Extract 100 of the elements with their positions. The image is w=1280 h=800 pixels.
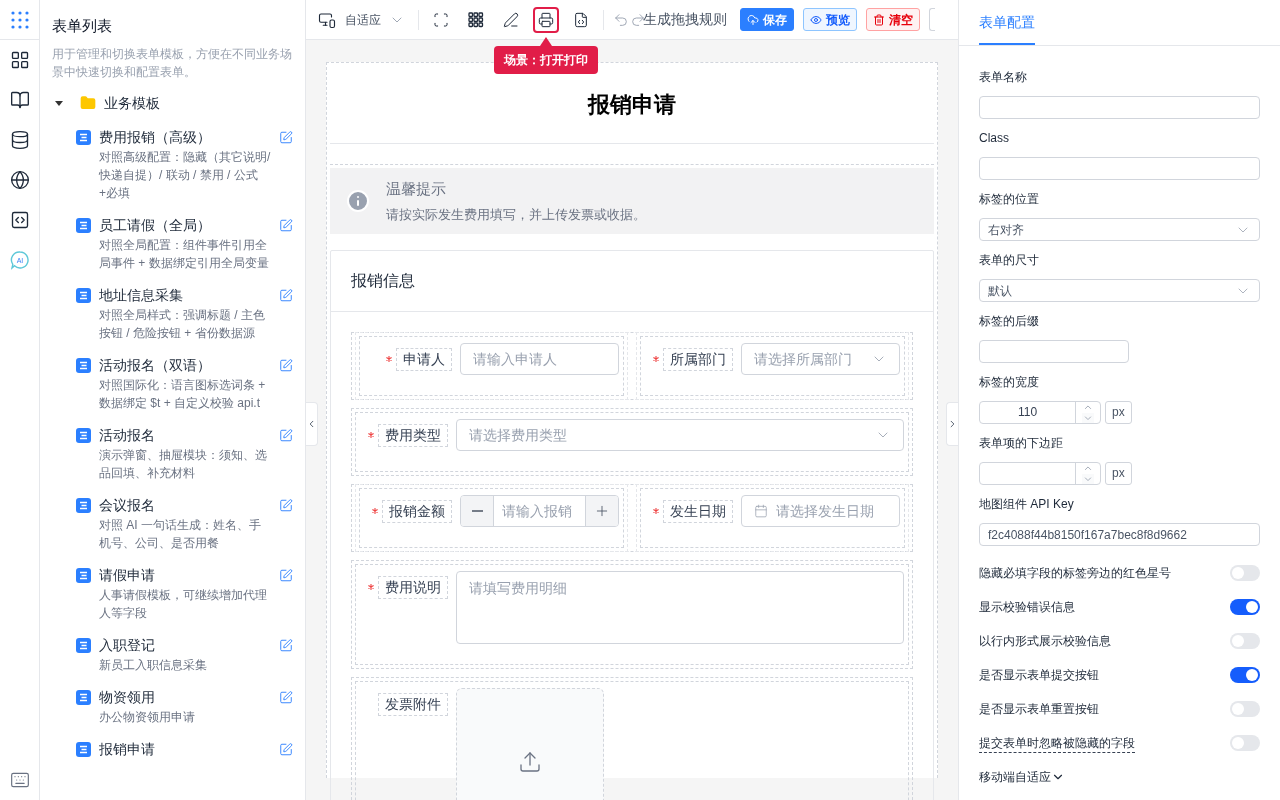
clear-button[interactable]: 清空 <box>866 8 920 31</box>
template-title[interactable]: 会议报名 <box>99 495 271 515</box>
toggle-switch[interactable] <box>1230 565 1260 581</box>
upload-icon <box>518 750 542 774</box>
device-select[interactable]: 自适应 <box>345 10 409 29</box>
alert-text: 请按实际发生费用填写，并上传发票或收据。 <box>386 205 646 224</box>
document-icon <box>76 217 91 233</box>
toggle-switch[interactable] <box>1230 667 1260 683</box>
collapse-handle[interactable] <box>306 402 318 446</box>
template-title[interactable]: 活动报名（双语） <box>99 355 271 375</box>
document-icon <box>76 637 91 653</box>
cloud-icon <box>747 13 759 26</box>
toggle-switch[interactable] <box>1230 599 1260 615</box>
document-icon <box>76 689 91 705</box>
config-label: 地图组件 API Key <box>979 496 1075 513</box>
edit-icon[interactable] <box>279 427 293 443</box>
config-select[interactable]: 默认 <box>979 279 1260 302</box>
edit-icon[interactable] <box>279 217 293 233</box>
collapse-handle[interactable] <box>946 402 958 446</box>
template-title[interactable]: 入职登记 <box>99 635 271 655</box>
undo-icon[interactable] <box>613 11 629 28</box>
config-label: 是否显示表单重置按钮 <box>979 701 1099 718</box>
printer-icon[interactable] <box>533 6 559 33</box>
minus-icon <box>471 510 483 512</box>
config-label: 显示校验错误信息 <box>979 599 1075 616</box>
plus-button[interactable] <box>585 496 618 526</box>
minus-button[interactable] <box>461 496 494 526</box>
database-icon[interactable] <box>9 130 30 150</box>
config-text-field[interactable] <box>979 96 1260 119</box>
book-icon[interactable] <box>9 90 30 110</box>
edit-icon[interactable] <box>279 567 293 583</box>
widgets-icon[interactable] <box>9 50 30 70</box>
template-description: 新员工入职信息采集 <box>99 656 208 674</box>
edit-icon[interactable] <box>279 287 293 303</box>
globe-icon[interactable] <box>9 170 30 190</box>
field-label: 费用类型 <box>378 423 448 447</box>
template-title[interactable]: 请假申请 <box>99 565 271 585</box>
template-title[interactable]: 活动报名 <box>99 425 271 445</box>
document-icon <box>76 427 91 443</box>
toggle-switch[interactable] <box>1230 701 1260 717</box>
save-button[interactable]: 保存 <box>740 8 794 31</box>
edit-icon[interactable] <box>279 129 293 145</box>
template-description: 对照 AI 一句话生成：姓名、手机号、公司、是否用餐 <box>99 516 262 552</box>
template-description: 演示弹窗、抽屉模块：须知、选品回填、补充材料 <box>99 446 268 482</box>
preview-button[interactable]: 预览 <box>803 8 857 31</box>
number-field[interactable] <box>979 462 1101 485</box>
config-text-field[interactable] <box>979 157 1260 180</box>
button-edge <box>929 8 935 31</box>
rules-link[interactable]: 生成拖拽规则 <box>643 9 727 30</box>
info-icon <box>346 189 370 213</box>
config-label: 以行内形式展示校验信息 <box>979 633 1111 650</box>
number-field[interactable]: 110 <box>979 401 1101 424</box>
field-label: 申请人 <box>396 347 452 371</box>
toggle-switch[interactable] <box>1230 633 1260 649</box>
collapse-header[interactable]: 移动端自适应 <box>979 760 1260 794</box>
template-title[interactable]: 费用报销（高级） <box>99 127 271 147</box>
device-icon[interactable] <box>318 10 336 29</box>
code-icon[interactable] <box>9 210 30 230</box>
template-description: 人事请假模板，可继续增加代理人等字段 <box>99 586 268 622</box>
template-description: 办公物资领用申请 <box>99 708 196 726</box>
config-text-field[interactable] <box>979 340 1129 363</box>
edit-icon[interactable] <box>279 357 293 373</box>
template-title[interactable]: 物资领用 <box>99 687 271 707</box>
edit-icon[interactable] <box>279 497 293 513</box>
app-grid-icon[interactable] <box>9 9 30 30</box>
template-description: 对照国际化：语言图标选词条 + 数据绑定 $t + 自定义校验 api.t <box>99 376 267 412</box>
config-label: 表单项的下边距 <box>979 435 1064 452</box>
edit-icon[interactable] <box>279 689 293 705</box>
template-title[interactable]: 报销申请 <box>99 739 271 759</box>
field-label: 费用说明 <box>378 575 448 599</box>
form-title: 报销申请 <box>588 91 676 119</box>
folder-label[interactable]: 业务模板 <box>104 92 160 114</box>
field-label: 发生日期 <box>663 499 733 523</box>
config-select[interactable]: 右对齐 <box>979 218 1260 241</box>
decrement-icon[interactable] <box>1082 473 1094 484</box>
config-label: 隐藏必填字段的标签旁边的红色星号 <box>979 565 1171 582</box>
unit-label: px <box>1105 401 1132 424</box>
keyboard-icon[interactable] <box>9 770 30 790</box>
template-title[interactable]: 地址信息采集 <box>99 285 271 305</box>
trash-icon <box>873 13 885 26</box>
field-label: 报销金额 <box>382 499 452 523</box>
card-title: 报销信息 <box>331 251 933 312</box>
toggle-switch[interactable] <box>1230 735 1260 751</box>
sidebar-title: 表单列表 <box>52 16 113 36</box>
alert-title: 温馨提示 <box>386 179 447 199</box>
plus-icon <box>594 503 610 519</box>
config-text-field[interactable]: f2c4088f44b8150f167a7bec8f8d9662 <box>979 523 1260 546</box>
caret-icon[interactable] <box>54 98 64 108</box>
sidebar-description: 用于管理和切换表单模板，方便在不同业务场景中快速切换和配置表单。 <box>52 45 293 81</box>
decrement-icon[interactable] <box>1082 412 1094 423</box>
template-description: 对照高级配置：隐藏（其它说明/快递自提）/ 联动 / 禁用 / 公式+必填 <box>99 148 271 202</box>
folder-icon <box>80 95 96 111</box>
config-label: 标签的位置 <box>979 191 1040 208</box>
edit-icon[interactable] <box>279 637 293 653</box>
template-title[interactable]: 员工请假（全局） <box>99 215 271 235</box>
document-icon <box>76 129 91 145</box>
template-description: 对照全局样式：强调标题 / 主色按钮 / 危险按钮 + 省份数据源 <box>99 306 266 342</box>
edit-icon[interactable] <box>279 741 293 757</box>
eye-icon <box>810 13 822 26</box>
config-tab[interactable]: 表单配置 <box>979 0 1035 45</box>
